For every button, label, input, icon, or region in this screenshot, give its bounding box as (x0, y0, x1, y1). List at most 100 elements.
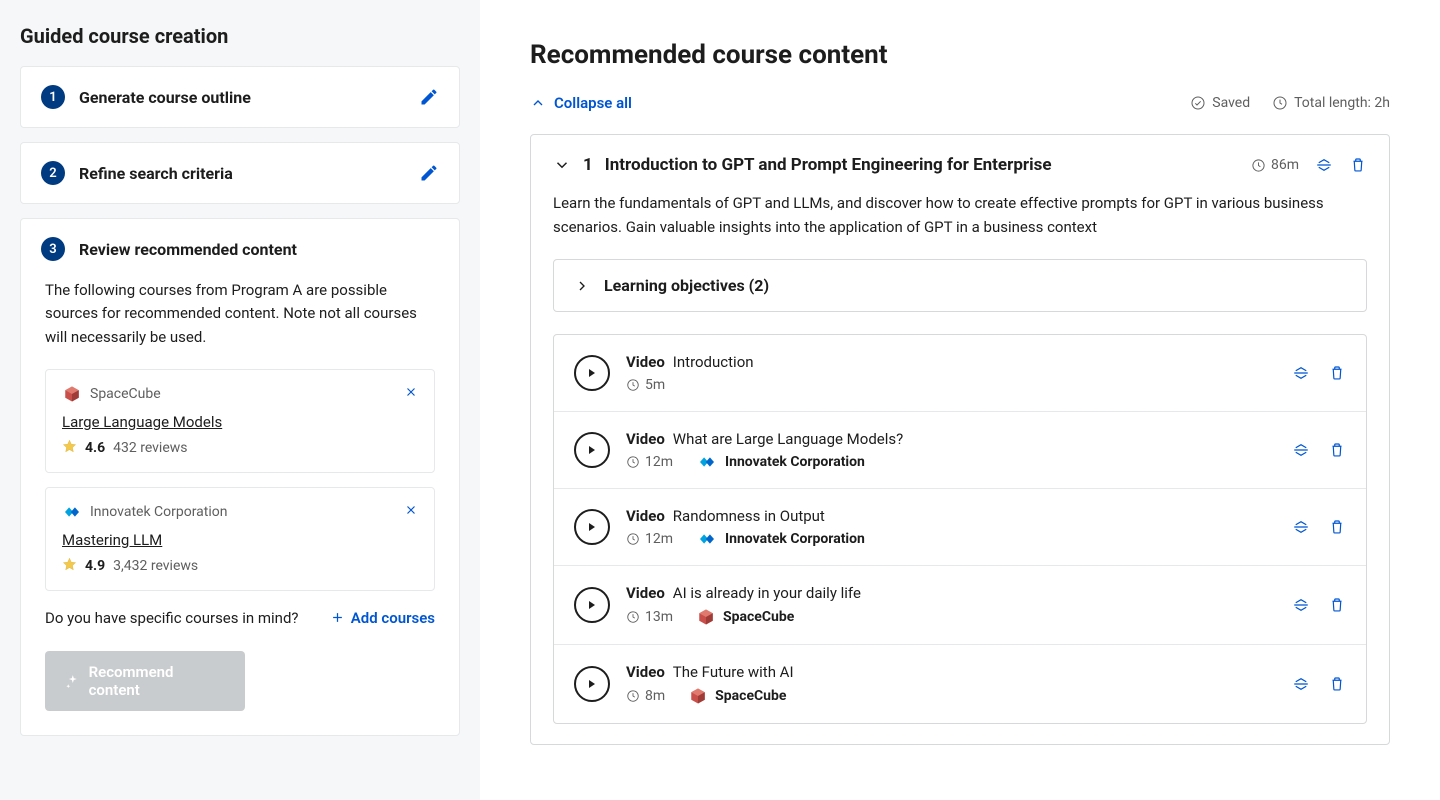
play-icon (586, 367, 598, 379)
provider-name: SpaceCube (723, 609, 794, 625)
delete-icon[interactable] (1349, 156, 1367, 174)
reorder-icon[interactable] (1292, 364, 1310, 382)
edit-icon[interactable] (419, 87, 439, 107)
sidebar-title: Guided course creation (20, 24, 460, 48)
remove-course-button[interactable] (404, 384, 418, 403)
play-button[interactable] (574, 355, 610, 391)
star-icon (62, 439, 77, 458)
step-review-content: 3 Review recommended content The followi… (20, 218, 460, 736)
review-count: 3,432 reviews (113, 558, 198, 574)
source-course-card: Innovatek Corporation Mastering LLM 4.9 … (45, 487, 435, 591)
content-type: Video (626, 507, 665, 525)
content-duration: 5m (626, 377, 665, 393)
spacecube-logo-icon (697, 608, 715, 626)
reorder-icon[interactable] (1315, 156, 1333, 174)
main-heading: Recommended course content (530, 40, 1390, 70)
rating-value: 4.9 (85, 558, 105, 574)
sidebar: Guided course creation 1 Generate course… (0, 0, 480, 800)
content-item: Video Introduction 5m (554, 335, 1366, 412)
clock-icon (626, 610, 640, 624)
module-description: Learn the fundamentals of GPT and LLMs, … (553, 191, 1367, 239)
remove-course-button[interactable] (404, 502, 418, 521)
innovatek-logo-icon (62, 502, 82, 522)
content-item: Video Randomness in Output 12m Innovatek… (554, 489, 1366, 566)
content-provider: Innovatek Corporation (697, 531, 865, 547)
content-list: Video Introduction 5m Video What are Lar… (553, 334, 1367, 724)
play-button[interactable] (574, 509, 610, 545)
delete-icon[interactable] (1328, 441, 1346, 459)
saved-status: Saved (1190, 95, 1250, 111)
spacecube-logo-icon (689, 687, 707, 705)
content-title: Introduction (673, 353, 754, 371)
sparkle-icon (65, 673, 81, 689)
chevron-up-icon (530, 95, 546, 111)
toolbar: Collapse all Saved Total length: 2h (530, 94, 1390, 112)
edit-icon[interactable] (419, 163, 439, 183)
provider-name: Innovatek Corporation (725, 531, 865, 547)
delete-icon[interactable] (1328, 675, 1346, 693)
step-refine-criteria[interactable]: 2 Refine search criteria (20, 142, 460, 204)
clock-icon (626, 455, 640, 469)
content-type: Video (626, 584, 665, 602)
module-title: Introduction to GPT and Prompt Engineeri… (605, 155, 1239, 175)
module-card: 1 Introduction to GPT and Prompt Enginee… (530, 134, 1390, 745)
star-icon (62, 557, 77, 576)
collapse-all-button[interactable]: Collapse all (530, 94, 632, 112)
course-title-link[interactable]: Mastering LLM (62, 531, 162, 549)
learning-objectives-toggle[interactable]: Learning objectives (2) (553, 259, 1367, 312)
content-type: Video (626, 353, 665, 371)
provider-name: Innovatek Corporation (725, 454, 865, 470)
step-number: 1 (41, 85, 65, 109)
content-type: Video (626, 430, 665, 448)
check-circle-icon (1190, 95, 1206, 111)
play-icon (586, 678, 598, 690)
reorder-icon[interactable] (1292, 441, 1310, 459)
module-duration: 86m (1251, 157, 1299, 173)
play-icon (586, 521, 598, 533)
step-number: 2 (41, 161, 65, 185)
play-button[interactable] (574, 587, 610, 623)
content-title: AI is already in your daily life (673, 584, 861, 602)
innovatek-logo-icon (697, 455, 717, 469)
content-item: Video AI is already in your daily life 1… (554, 566, 1366, 645)
reorder-icon[interactable] (1292, 675, 1310, 693)
content-title: The Future with AI (673, 663, 794, 681)
spacecube-logo-icon (62, 384, 82, 404)
clock-icon (1272, 95, 1288, 111)
clock-icon (626, 689, 640, 703)
play-icon (586, 599, 598, 611)
total-length: Total length: 2h (1272, 95, 1390, 111)
step-title: Refine search criteria (79, 164, 405, 183)
provider-name: SpaceCube (715, 688, 786, 704)
delete-icon[interactable] (1328, 364, 1346, 382)
recommend-content-label: Recommend content (89, 663, 225, 699)
play-button[interactable] (574, 666, 610, 702)
step-generate-outline[interactable]: 1 Generate course outline (20, 66, 460, 128)
recommend-content-button[interactable]: Recommend content (45, 651, 245, 711)
content-provider: SpaceCube (689, 687, 786, 705)
delete-icon[interactable] (1328, 596, 1346, 614)
content-item: Video What are Large Language Models? 12… (554, 412, 1366, 489)
add-courses-button[interactable]: Add courses (330, 609, 435, 627)
main-content: Recommended course content Collapse all … (480, 0, 1440, 800)
content-duration: 8m (626, 688, 665, 704)
play-button[interactable] (574, 432, 610, 468)
delete-icon[interactable] (1328, 518, 1346, 536)
content-type: Video (626, 663, 665, 681)
step-number: 3 (41, 237, 65, 261)
reorder-icon[interactable] (1292, 518, 1310, 536)
innovatek-logo-icon (697, 532, 717, 546)
source-course-card: SpaceCube Large Language Models 4.6 432 … (45, 369, 435, 473)
course-title-link[interactable]: Large Language Models (62, 413, 222, 431)
step-title: Generate course outline (79, 88, 405, 107)
clock-icon (626, 532, 640, 546)
add-courses-prompt: Do you have specific courses in mind? (45, 609, 299, 627)
review-count: 432 reviews (113, 440, 187, 456)
content-provider: SpaceCube (697, 608, 794, 626)
add-courses-label: Add courses (351, 609, 435, 627)
reorder-icon[interactable] (1292, 596, 1310, 614)
content-provider: Innovatek Corporation (697, 454, 865, 470)
play-icon (586, 444, 598, 456)
chevron-down-icon[interactable] (553, 156, 571, 174)
content-duration: 13m (626, 609, 673, 625)
